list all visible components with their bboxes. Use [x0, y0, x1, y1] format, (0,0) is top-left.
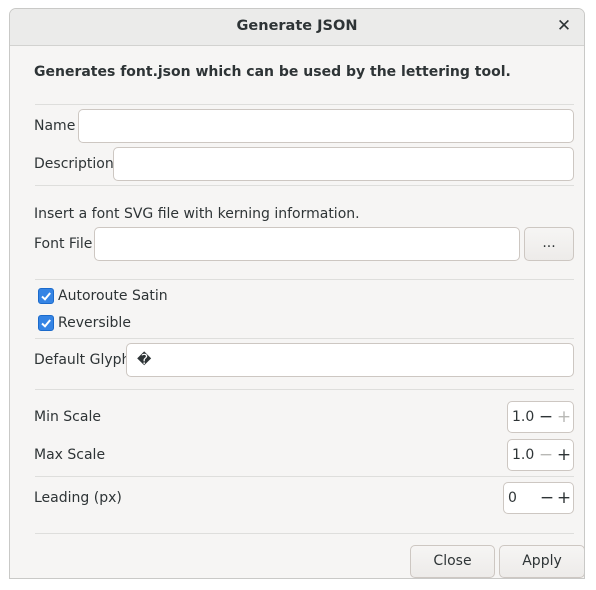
- name-label: Name: [34, 118, 76, 134]
- leading-value[interactable]: 0: [508, 490, 517, 506]
- leading-increase-icon[interactable]: +: [555, 483, 573, 513]
- min-scale-decrease-icon[interactable]: −: [537, 402, 555, 432]
- min-scale-spinbutton[interactable]: 1.0 − +: [507, 401, 574, 433]
- default-glyph-label: Default Glyph: [34, 352, 131, 368]
- name-input[interactable]: [78, 109, 574, 143]
- autoroute-satin-checkbox[interactable]: [38, 288, 54, 304]
- min-scale-increase-icon[interactable]: +: [555, 402, 573, 432]
- reversible-checkbox[interactable]: [38, 315, 54, 331]
- max-scale-value[interactable]: 1.0: [512, 447, 534, 463]
- close-icon[interactable]: ✕: [554, 16, 574, 36]
- leading-decrease-icon[interactable]: −: [538, 483, 556, 513]
- max-scale-label: Max Scale: [34, 447, 106, 463]
- generate-json-dialog: Generate JSON ✕ Generates font.json whic…: [9, 8, 585, 579]
- reversible-label[interactable]: Reversible: [58, 315, 131, 331]
- font-file-hint: Insert a font SVG file with kerning info…: [34, 206, 360, 222]
- separator: [35, 476, 574, 477]
- min-scale-label: Min Scale: [34, 409, 101, 425]
- apply-button[interactable]: Apply: [499, 545, 584, 578]
- autoroute-satin-label[interactable]: Autoroute Satin: [58, 288, 168, 304]
- separator: [35, 389, 574, 390]
- dialog-titlebar: Generate JSON ✕: [10, 9, 584, 46]
- description-input[interactable]: [113, 147, 574, 181]
- default-glyph-input[interactable]: �: [126, 343, 574, 377]
- dialog-description: Generates font.json which can be used by…: [34, 64, 511, 80]
- description-label: Description: [34, 156, 114, 172]
- separator: [35, 533, 574, 534]
- min-scale-value[interactable]: 1.0: [512, 409, 534, 425]
- separator: [35, 104, 574, 105]
- dialog-title: Generate JSON: [236, 18, 358, 34]
- max-scale-decrease-icon[interactable]: −: [537, 440, 555, 470]
- separator: [35, 185, 574, 186]
- max-scale-spinbutton[interactable]: 1.0 − +: [507, 439, 574, 471]
- leading-label: Leading (px): [34, 490, 122, 506]
- max-scale-increase-icon[interactable]: +: [555, 440, 573, 470]
- leading-spinbutton[interactable]: 0 − +: [503, 482, 574, 514]
- close-button[interactable]: Close: [410, 545, 495, 578]
- separator: [35, 338, 574, 339]
- separator: [35, 279, 574, 280]
- checkmark-icon: [41, 319, 51, 328]
- checkmark-icon: [41, 292, 51, 301]
- browse-file-button[interactable]: ...: [524, 227, 574, 261]
- font-file-input[interactable]: [94, 227, 520, 261]
- font-file-label: Font File: [34, 236, 93, 252]
